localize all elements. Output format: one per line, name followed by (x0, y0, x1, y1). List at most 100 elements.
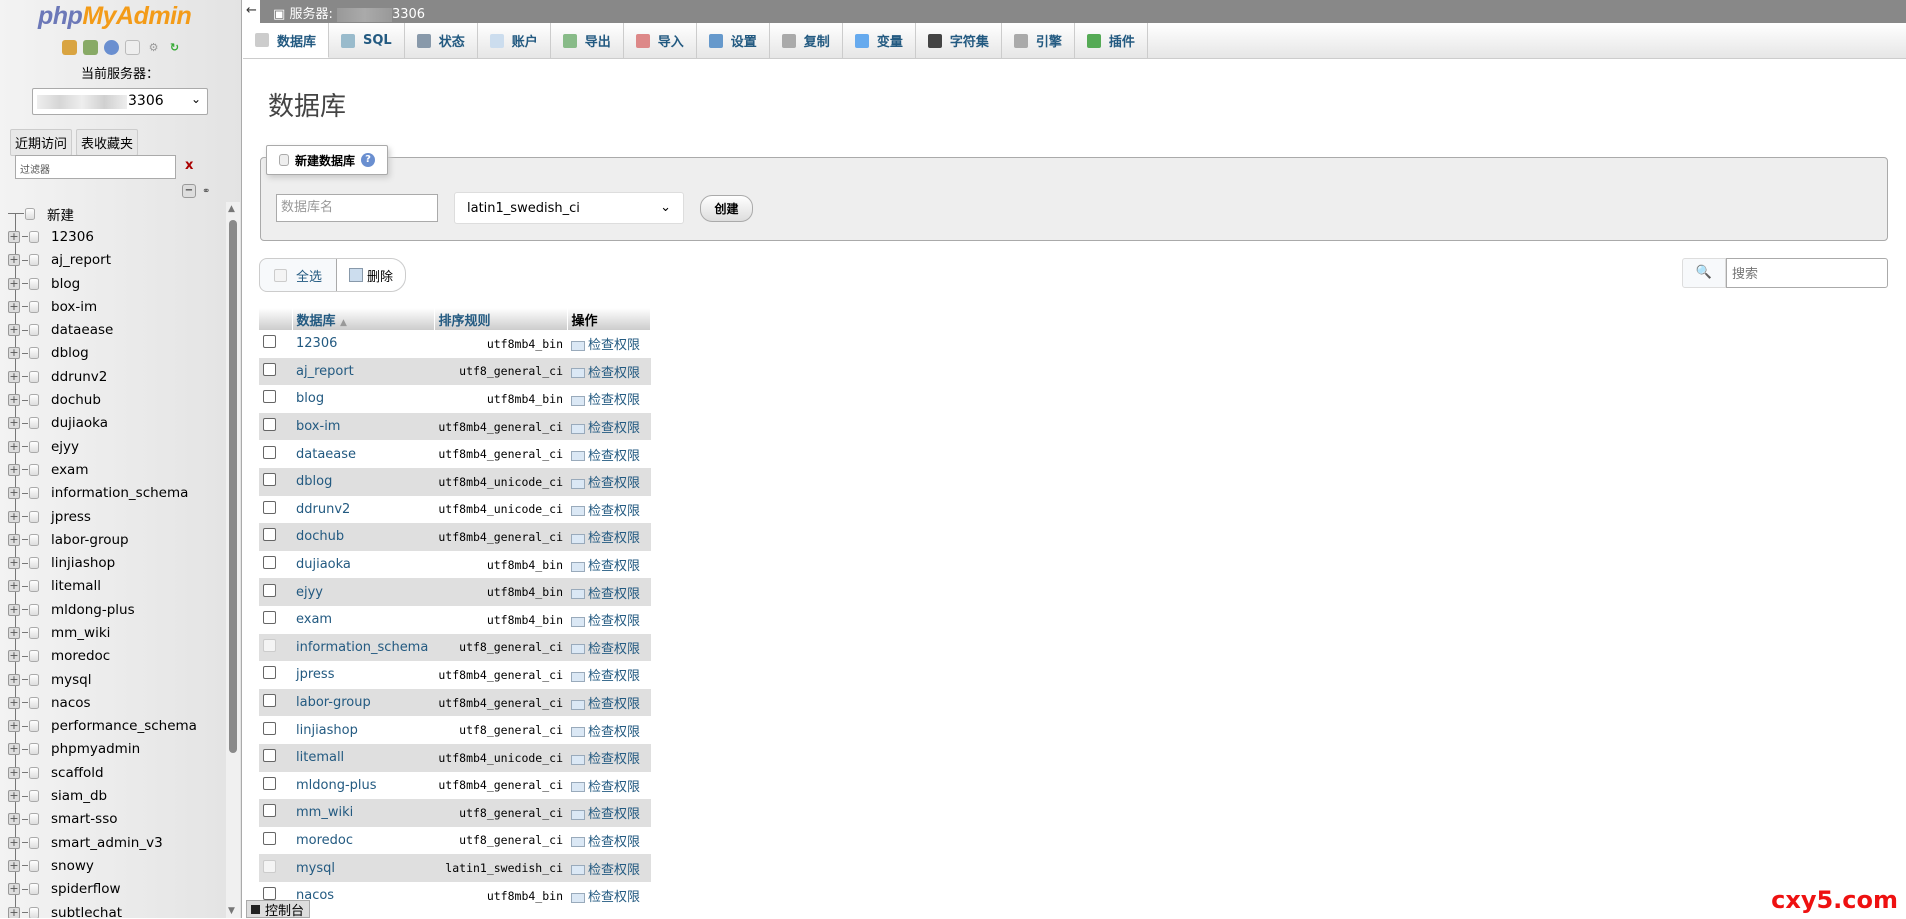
tree-database-item[interactable]: + mldong-plus (8, 598, 227, 621)
database-link[interactable]: ejyy (292, 578, 434, 606)
expand-icon[interactable]: + (8, 696, 20, 709)
check-privileges-link[interactable]: 检查权限 (567, 716, 651, 744)
expand-icon[interactable]: + (8, 347, 20, 360)
search-input[interactable] (1726, 258, 1888, 288)
expand-icon[interactable]: + (8, 510, 20, 523)
check-privileges-link[interactable]: 检查权限 (567, 496, 651, 524)
check-privileges-link[interactable]: 检查权限 (567, 799, 651, 827)
database-link[interactable]: dujiaoka (292, 551, 434, 579)
check-privileges-link[interactable]: 检查权限 (567, 357, 651, 386)
check-privileges-link[interactable]: 检查权限 (567, 551, 651, 579)
row-checkbox[interactable] (263, 694, 276, 708)
tree-database-item[interactable]: + performance_schema (8, 715, 227, 738)
home-icon[interactable] (62, 40, 77, 55)
database-link[interactable]: jpress (292, 661, 434, 689)
tree-database-item[interactable]: + dataease (8, 318, 227, 341)
tree-database-item[interactable]: + dujiaoka (8, 412, 227, 435)
reload-icon[interactable]: ↻ (167, 40, 182, 55)
row-checkbox[interactable] (263, 528, 276, 542)
expand-icon[interactable]: + (8, 254, 20, 267)
help-icon[interactable]: ? (361, 153, 376, 167)
row-checkbox[interactable] (263, 390, 276, 404)
tree-database-item[interactable]: + box-im (8, 295, 227, 318)
tree-database-item[interactable]: + smart-sso (8, 808, 227, 831)
expand-icon[interactable]: + (8, 673, 20, 686)
check-privileges-link[interactable]: 检查权限 (567, 854, 651, 882)
tree-database-item[interactable]: + dblog (8, 342, 227, 365)
expand-icon[interactable]: + (8, 626, 20, 639)
tab-import[interactable]: 导入 (624, 23, 697, 58)
tab-charset[interactable]: 字符集 (916, 23, 1002, 58)
tab-database[interactable]: 数据库 (243, 23, 330, 58)
tree-database-item[interactable]: + jpress (8, 505, 227, 528)
row-checkbox[interactable] (263, 583, 276, 597)
database-link[interactable]: 12306 (292, 330, 434, 358)
row-checkbox[interactable] (263, 418, 276, 432)
recent-tab[interactable]: 近期访问 (10, 129, 73, 156)
check-privileges-link[interactable]: 检查权限 (567, 467, 651, 496)
console-toggle[interactable]: 控制台 (246, 900, 310, 919)
check-privileges-link[interactable]: 检查权限 (567, 688, 651, 717)
check-privileges-link[interactable]: 检查权限 (567, 523, 651, 551)
clear-filter-button[interactable]: x (185, 158, 193, 173)
row-checkbox[interactable] (263, 831, 276, 845)
expand-icon[interactable]: + (8, 743, 20, 756)
expand-icon[interactable]: + (8, 230, 20, 243)
database-link[interactable]: blog (292, 385, 434, 413)
tree-database-item[interactable]: + subtlechat (8, 901, 227, 918)
expand-icon[interactable]: + (8, 859, 20, 872)
tab-plugin[interactable]: 插件 (1075, 23, 1148, 58)
tree-database-item[interactable]: + ejyy (8, 435, 227, 458)
database-link[interactable]: labor-group (292, 688, 434, 717)
link-icon[interactable]: ⚭ (202, 186, 210, 197)
database-link[interactable]: litemall (292, 743, 434, 772)
tree-database-item[interactable]: + moredoc (8, 645, 227, 668)
row-checkbox[interactable] (263, 721, 276, 735)
tree-database-item[interactable]: + scaffold (8, 761, 227, 784)
check-privileges-link[interactable]: 检查权限 (567, 661, 651, 689)
tab-status[interactable]: 状态 (405, 23, 478, 58)
row-checkbox[interactable] (263, 804, 276, 818)
expand-icon[interactable]: + (8, 463, 20, 476)
row-checkbox[interactable] (263, 473, 276, 487)
tree-database-item[interactable]: + mm_wiki (8, 621, 227, 644)
database-link[interactable]: nacos (292, 882, 434, 910)
tree-database-item[interactable]: + ddrunv2 (8, 365, 227, 388)
tree-database-item[interactable]: + litemall (8, 575, 227, 598)
expand-icon[interactable]: + (8, 813, 20, 826)
expand-icon[interactable]: + (8, 580, 20, 593)
column-database[interactable]: 数据库 ▲ (292, 308, 435, 330)
expand-icon[interactable]: + (8, 417, 20, 430)
delete-button[interactable]: 删除 (336, 259, 406, 291)
database-link[interactable]: exam (292, 606, 434, 634)
check-privileges-link[interactable]: 检查权限 (567, 412, 651, 441)
row-checkbox[interactable] (263, 749, 276, 763)
expand-icon[interactable]: + (8, 603, 20, 616)
expand-icon[interactable]: + (8, 650, 20, 663)
expand-icon[interactable]: + (8, 836, 20, 849)
tree-database-item[interactable]: + siam_db (8, 784, 227, 807)
sidebar-scrollbar[interactable]: ▲ ▼ (226, 202, 240, 918)
check-privileges-link[interactable]: 检查权限 (567, 330, 651, 358)
database-link[interactable]: box-im (292, 412, 434, 441)
row-checkbox[interactable] (263, 335, 276, 349)
database-link[interactable]: mm_wiki (292, 799, 434, 827)
row-checkbox[interactable] (263, 666, 276, 680)
select-all-checkbox[interactable]: 全选 (260, 259, 336, 291)
tree-database-item[interactable]: + information_schema (8, 482, 227, 505)
check-privileges-link[interactable]: 检查权限 (567, 606, 651, 634)
expand-icon[interactable]: + (8, 906, 20, 918)
tree-database-item[interactable]: + blog (8, 272, 227, 295)
phpmyadmin-logo[interactable]: phpMyAdmin (38, 2, 192, 31)
create-button[interactable]: 创建 (700, 195, 753, 222)
database-link[interactable]: dblog (292, 467, 434, 496)
check-privileges-link[interactable]: 检查权限 (567, 743, 651, 772)
server-link[interactable]: ▣ 服务器: 3306 (273, 3, 425, 22)
logout-icon[interactable] (83, 40, 98, 55)
tree-database-item[interactable]: + spiderflow (8, 878, 227, 901)
expand-icon[interactable]: + (8, 370, 20, 383)
check-privileges-link[interactable]: 检查权限 (567, 827, 651, 855)
server-select[interactable]: 3306 ⌄ (32, 88, 208, 115)
check-privileges-link[interactable]: 检查权限 (567, 440, 651, 468)
tree-database-item[interactable]: + exam (8, 458, 227, 481)
